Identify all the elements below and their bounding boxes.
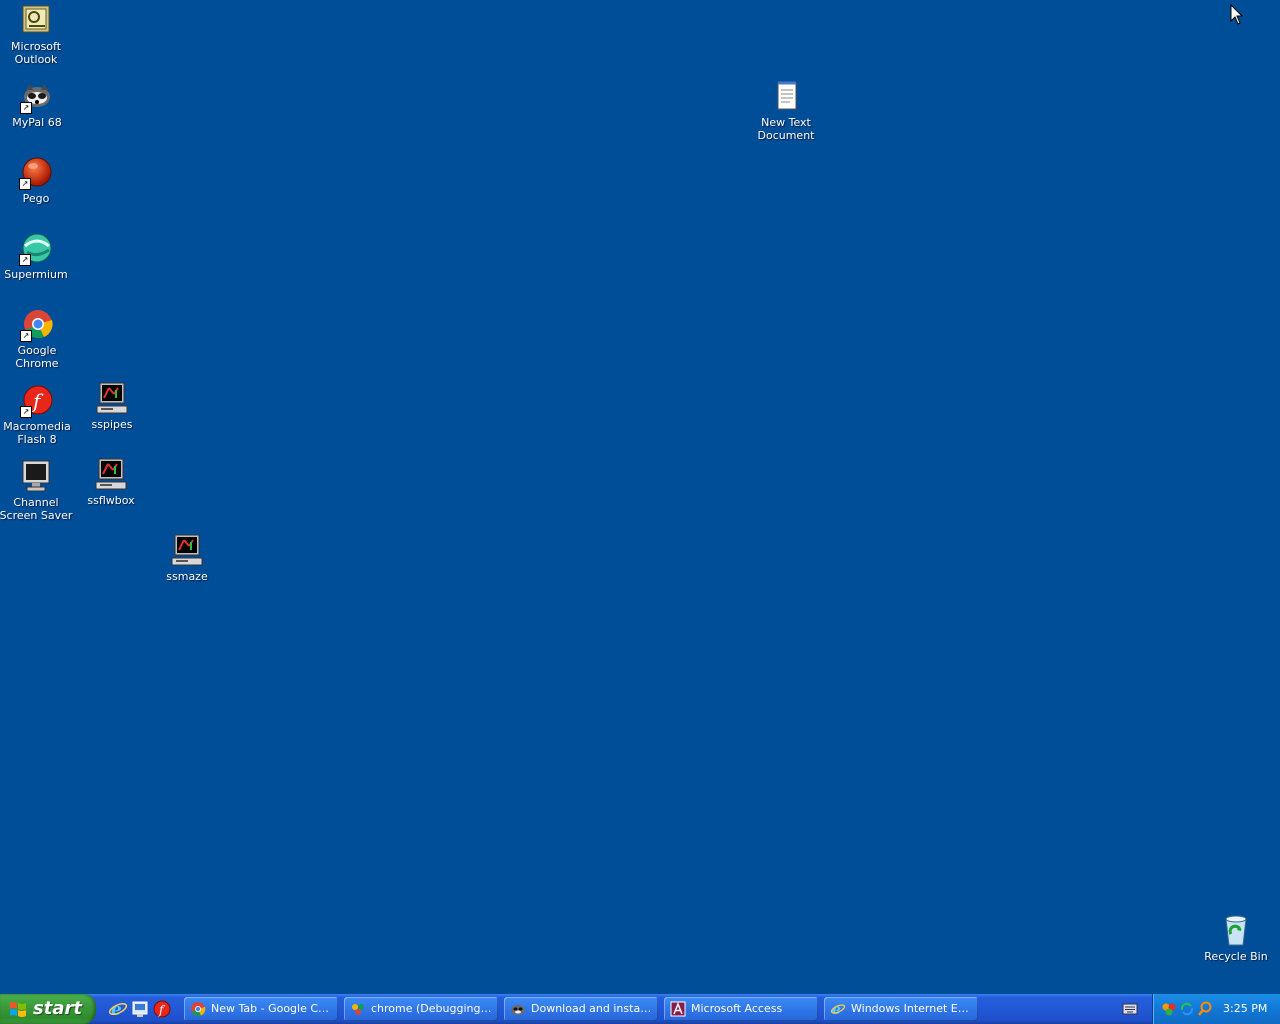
desktop-icon-google-chrome[interactable]: ↗ Google Chrome	[0, 308, 75, 370]
quick-launch-show-desktop[interactable]	[130, 999, 150, 1019]
svg-text:e: e	[832, 1002, 841, 1017]
notepad-icon	[769, 80, 803, 114]
shortcut-arrow-icon: ↗	[20, 330, 32, 342]
desktop-icon-macromedia-flash-8[interactable]: f ↗ Macromedia Flash 8	[0, 384, 75, 446]
flash-icon: f	[153, 1000, 171, 1018]
desktop-icon-microsoft-outlook[interactable]: Microsoft Outlook	[0, 4, 74, 66]
show-desktop-icon	[132, 1001, 148, 1017]
system-tray: 3:25 PM	[1152, 994, 1280, 1024]
clock[interactable]: 3:25 PM	[1223, 994, 1267, 1024]
sync-icon[interactable]	[1179, 1001, 1195, 1017]
task-label: Microsoft Access	[691, 1002, 783, 1015]
desktop-icon-recycle-bin[interactable]: Recycle Bin	[1198, 914, 1274, 963]
mypal-raccoon-icon	[511, 1005, 525, 1015]
mypal-raccoon-icon: ↗	[20, 80, 54, 114]
desktop-icon-label: Microsoft Outlook	[10, 40, 62, 66]
desktop-icon-label: Supermium	[4, 268, 68, 281]
shortcut-arrow-icon: ↗	[19, 254, 31, 266]
desktop-icon-label: sspipes	[91, 418, 133, 431]
desktop-icon-label: Macromedia Flash 8	[3, 420, 71, 446]
task-label: chrome (Debugging) -...	[371, 1002, 494, 1015]
desktop-icon-mypal-68[interactable]: ↗ MyPal 68	[0, 80, 75, 129]
monitor-icon	[19, 460, 53, 494]
shortcut-arrow-icon: ↗	[19, 178, 31, 190]
outlook-icon	[19, 4, 53, 38]
task-label: New Tab - Google Ch...	[211, 1002, 334, 1015]
desktop-icon-label: MyPal 68	[12, 116, 62, 129]
quick-launch-internet-explorer[interactable]: e	[108, 999, 128, 1020]
desktop-icon-supermium[interactable]: ↗ Supermium	[0, 232, 74, 281]
task-label: Windows Internet Ex...	[851, 1002, 974, 1015]
desktop-icon-pego[interactable]: ↗ Pego	[0, 156, 74, 205]
debug-icon	[352, 1004, 364, 1015]
taskbar-button-new-tab-google-chrome[interactable]: New Tab - Google Ch...	[184, 997, 338, 1021]
taskbar-button-microsoft-access[interactable]: Microsoft Access	[664, 997, 818, 1021]
quick-launch-flash[interactable]: f	[152, 999, 172, 1019]
desktop-icon-sspipes[interactable]: sspipes	[74, 382, 150, 431]
pego-icon: ↗	[19, 156, 53, 190]
desktop-icon-label: Channel Screen Saver	[0, 496, 73, 522]
screensaver-icon	[94, 458, 128, 492]
desktop-icon-label: New Text Document	[757, 116, 815, 142]
start-button[interactable]: start	[0, 994, 96, 1024]
search-icon[interactable]	[1197, 1001, 1213, 1017]
desktop-icon-new-text-document[interactable]: New Text Document	[748, 80, 824, 142]
windows-logo-icon	[10, 1002, 26, 1017]
desktop-icon-label: Google Chrome	[15, 344, 59, 370]
chrome-icon	[191, 1002, 206, 1017]
desktop-icon-label: Recycle Bin	[1204, 950, 1268, 963]
supermium-icon: ↗	[19, 232, 53, 266]
taskbar-button-download-and-installation[interactable]: Download and installa...	[504, 997, 658, 1021]
desktop-icon-ssmaze[interactable]: ssmaze	[149, 534, 225, 583]
internet-explorer-icon: e	[108, 1000, 128, 1020]
taskbar: start e f New Tab - Google Ch... chrome …	[0, 994, 1280, 1024]
desktop[interactable]: Microsoft Outlook ↗ MyPal 68 ↗ Pego ↗ Su…	[0, 0, 1280, 994]
keyboard-language-icon[interactable]	[1122, 1002, 1138, 1016]
network-icon[interactable]	[1161, 1001, 1177, 1017]
start-label: start	[33, 998, 82, 1019]
chrome-icon: ↗	[20, 308, 54, 342]
desktop-icon-label: Pego	[22, 192, 50, 205]
desktop-icon-label: ssflwbox	[87, 494, 135, 507]
access-icon	[670, 1001, 686, 1017]
shortcut-arrow-icon: ↗	[20, 102, 32, 114]
taskbar-button-chrome-debugging[interactable]: chrome (Debugging) -...	[344, 997, 498, 1021]
desktop-icon-label: ssmaze	[166, 570, 208, 583]
mouse-cursor-icon	[1230, 4, 1244, 25]
task-label: Download and installa...	[531, 1002, 654, 1015]
desktop-icon-ssflwbox[interactable]: ssflwbox	[73, 458, 149, 507]
taskbar-button-windows-internet-explorer[interactable]: e Windows Internet Ex...	[824, 997, 978, 1021]
desktop-icon-channel-screen-saver[interactable]: Channel Screen Saver	[0, 460, 74, 522]
flash-icon: f ↗	[20, 384, 54, 418]
recycle-bin-icon	[1219, 914, 1253, 948]
screensaver-icon	[170, 534, 204, 568]
screensaver-icon	[95, 382, 129, 416]
internet-explorer-icon: e	[830, 1002, 846, 1017]
svg-text:e: e	[111, 1000, 122, 1019]
shortcut-arrow-icon: ↗	[20, 406, 32, 418]
